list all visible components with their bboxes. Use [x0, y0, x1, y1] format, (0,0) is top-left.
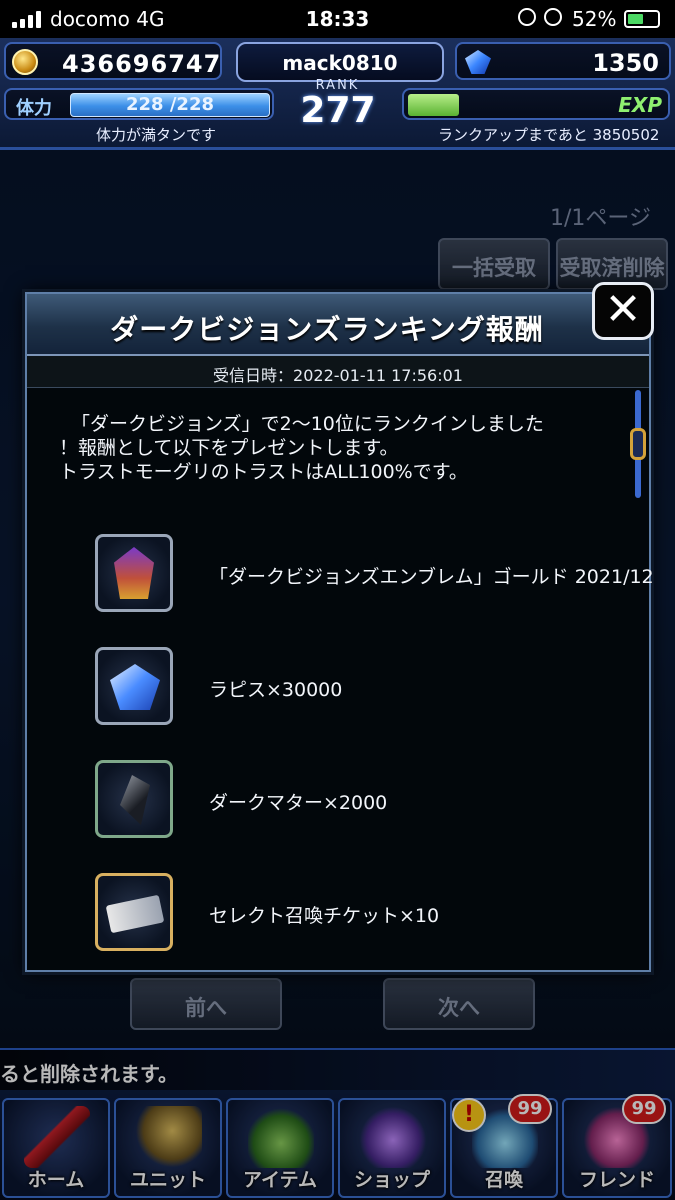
dark-matter-icon — [95, 760, 173, 838]
message-line: 「ダークビジョンズ」で2〜10位にランクインしました — [71, 413, 544, 435]
reward-item: ダークマター×2000 — [95, 760, 635, 840]
rank-value: 277 — [300, 90, 376, 131]
stamina-panel: 体力 228 /228 — [4, 88, 274, 120]
message-line: トラストモーグリのトラストはALL100%です。 — [59, 461, 468, 483]
scrollbar-thumb[interactable] — [630, 428, 646, 460]
battery-percent: 52% — [572, 7, 617, 31]
reward-label: ラピス×30000 — [209, 679, 343, 701]
gil-counter: 436696747 — [4, 42, 222, 80]
ticket-icon — [95, 873, 173, 951]
orientation-lock-icon — [518, 8, 536, 26]
gil-value: 436696747 — [62, 50, 222, 78]
stamina-status: 体力が満タンです — [96, 126, 217, 144]
close-button[interactable]: ✕ — [592, 282, 654, 340]
reward-label: セレクト召喚チケット×10 — [209, 905, 440, 927]
lapis-counter: 1350 — [455, 42, 671, 80]
exp-label: EXP — [618, 93, 662, 117]
player-header: 436696747 mack0810 1350 RANK 277 体力 228 … — [0, 38, 675, 150]
battery-icon — [624, 10, 660, 28]
reward-label: ダークマター×2000 — [209, 792, 388, 814]
message-line: ！報酬として以下をプレゼントします。 — [59, 437, 399, 459]
dialog-title: ダークビジョンズランキング報酬 — [110, 313, 544, 346]
lapis-value: 1350 — [592, 49, 659, 77]
stamina-value: 228 /228 — [126, 94, 214, 115]
lapis-icon — [95, 647, 173, 725]
lapis-icon — [465, 50, 491, 74]
alarm-icon — [544, 8, 562, 26]
received-date: 受信日時：2022-01-11 17:56:01 — [27, 356, 649, 388]
exp-panel: EXP — [402, 88, 670, 120]
gil-coin-icon — [12, 49, 38, 75]
gift-detail-dialog: ダークビジョンズランキング報酬 受信日時：2022-01-11 17:56:01… — [25, 292, 654, 972]
reward-label: 「ダークビジョンズエンブレム」ゴールド 2021/12 — [209, 566, 654, 588]
emblem-icon — [95, 534, 173, 612]
dialog-message: 「ダークビジョンズ」で2〜10位にランクインしました ！報酬として以下をプレゼン… — [59, 412, 631, 484]
stamina-label: 体力 — [16, 98, 52, 119]
reward-item: 「ダークビジョンズエンブレム」ゴールド 2021/12 — [95, 534, 654, 614]
reward-item: ラピス×30000 — [95, 647, 635, 727]
reward-item: セレクト召喚チケット×10 — [95, 873, 635, 953]
dialog-title-bar: ダークビジョンズランキング報酬 — [27, 294, 649, 356]
player-name: mack0810 — [236, 42, 444, 82]
rank-up-remaining: ランクアップまであと 3850502 — [438, 126, 660, 144]
status-bar: docomo 4G 18:33 52% — [0, 0, 675, 38]
exp-bar — [408, 94, 459, 116]
